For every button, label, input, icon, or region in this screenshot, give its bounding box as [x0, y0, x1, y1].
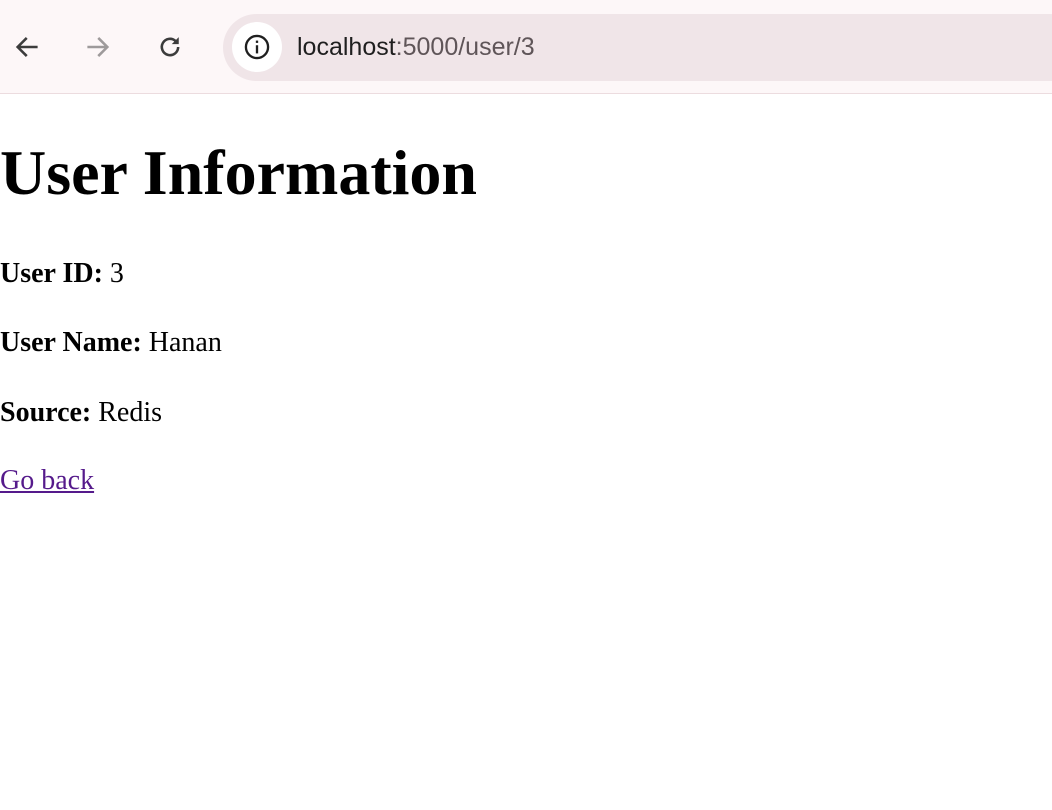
- go-back-link[interactable]: Go back: [0, 464, 94, 498]
- arrow-left-icon: [15, 37, 38, 57]
- user-id-row: User ID: 3: [0, 257, 124, 291]
- arrow-right-icon: [87, 37, 110, 57]
- browser-toolbar: localhost:5000/user/3: [0, 0, 1052, 94]
- user-name-label: User Name:: [0, 327, 142, 358]
- page-title: User Information: [0, 137, 477, 208]
- url-host: localhost: [297, 33, 396, 61]
- source-value: Redis: [98, 397, 163, 428]
- user-id-value: 3: [109, 258, 124, 289]
- user-name-row: User Name: Hanan: [0, 326, 222, 360]
- back-button[interactable]: [0, 21, 54, 73]
- user-name-value: Hanan: [148, 327, 222, 358]
- address-bar[interactable]: localhost:5000/user/3: [223, 14, 1052, 81]
- reload-button[interactable]: [143, 21, 197, 73]
- reload-icon: [160, 37, 180, 57]
- url-path: :5000/user/3: [395, 33, 535, 61]
- user-id-label: User ID:: [0, 258, 103, 289]
- url-text[interactable]: localhost:5000/user/3: [297, 14, 535, 81]
- source-label: Source:: [0, 397, 92, 428]
- info-icon: [244, 34, 270, 60]
- site-info-button[interactable]: [232, 22, 282, 72]
- forward-button[interactable]: [71, 21, 125, 73]
- source-row: Source: Redis: [0, 396, 162, 430]
